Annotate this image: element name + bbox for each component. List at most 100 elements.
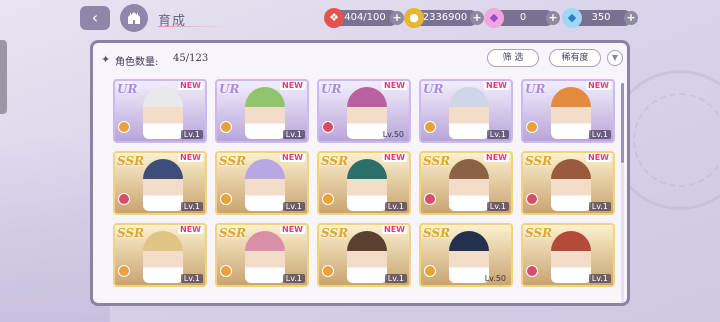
attribute-icon: [220, 121, 232, 133]
character-card[interactable]: SSR NEW Lv.1: [215, 223, 309, 287]
pink-gem-counter: ◆ 0 +: [484, 8, 560, 28]
new-badge: NEW: [178, 81, 203, 90]
new-badge: NEW: [178, 153, 203, 162]
character-card[interactable]: SSR NEW Lv.1: [113, 223, 207, 287]
blue-gem-counter: ◆ 350 +: [562, 8, 638, 28]
character-portrait: [143, 87, 183, 139]
filter-button[interactable]: 筛 选: [487, 49, 539, 67]
character-card[interactable]: SSR NEW Lv.1: [113, 151, 207, 215]
rarity-label: UR: [525, 82, 546, 96]
attribute-icon: [118, 265, 130, 277]
top-bar: ‹ 育成 ❖ 404/100 + ● 2336900 + ◆ 0 + ◆ 350…: [0, 0, 720, 36]
sort-order-button[interactable]: ▼: [607, 50, 623, 66]
attribute-icon: [322, 193, 334, 205]
character-portrait: [143, 231, 183, 283]
character-card[interactable]: UR NEW Lv.1: [521, 79, 615, 143]
attribute-icon: [424, 121, 436, 133]
character-card[interactable]: UR NEW Lv.1: [419, 79, 513, 143]
back-button[interactable]: ‹: [80, 6, 110, 30]
pink-gem-value: 0: [519, 12, 527, 23]
new-badge: NEW: [586, 153, 611, 162]
add-pink-gem-button[interactable]: +: [546, 11, 560, 25]
level-label: Lv.1: [282, 130, 305, 139]
rarity-label: SSR: [525, 154, 553, 168]
character-card[interactable]: SSR Lv.1: [521, 223, 615, 287]
new-badge: NEW: [280, 225, 305, 234]
character-portrait: [143, 159, 183, 211]
gold-value: 2336900: [422, 12, 468, 23]
sparkle-icon: ✦: [101, 53, 111, 66]
character-portrait: [551, 231, 591, 283]
rarity-label: SSR: [321, 226, 349, 240]
back-arrow-icon: ‹: [91, 8, 99, 27]
rarity-label: UR: [423, 82, 444, 96]
character-portrait: [347, 231, 387, 283]
add-gold-button[interactable]: +: [470, 11, 484, 25]
character-portrait: [245, 159, 285, 211]
coin-icon: ●: [404, 8, 424, 28]
rarity-label: SSR: [423, 154, 451, 168]
blue-gem-value: 350: [591, 12, 611, 23]
character-card[interactable]: SSR NEW Lv.1: [521, 151, 615, 215]
new-badge: NEW: [382, 153, 407, 162]
character-portrait: [245, 87, 285, 139]
character-card[interactable]: UR NEW Lv.1: [215, 79, 309, 143]
add-stamina-button[interactable]: +: [390, 11, 404, 25]
side-edge-handle[interactable]: [0, 40, 7, 114]
character-grid: UR NEW Lv.1 UR NEW Lv.1 UR NEW Lv.50 UR NEW Lv.1 UR N…: [113, 79, 615, 303]
level-label: Lv.50: [382, 130, 404, 139]
attribute-icon: [322, 121, 334, 133]
new-badge: NEW: [382, 225, 407, 234]
attribute-icon: [118, 193, 130, 205]
pink-diamond-icon: ◆: [484, 8, 504, 28]
character-card[interactable]: SSR NEW Lv.1: [317, 151, 411, 215]
level-label: Lv.1: [384, 274, 407, 283]
character-card[interactable]: SSR Lv.50: [419, 223, 513, 287]
add-blue-gem-button[interactable]: +: [624, 11, 638, 25]
level-label: Lv.1: [282, 202, 305, 211]
panel-header: ✦ 角色数量: 45/123 筛 选 稀有度 ▼: [93, 43, 627, 77]
new-badge: NEW: [484, 81, 509, 90]
character-portrait: [449, 87, 489, 139]
gold-counter: ● 2336900 +: [404, 8, 484, 28]
level-label: Lv.50: [484, 274, 506, 283]
rarity-label: SSR: [423, 226, 451, 240]
stamina-candy-icon: ❖: [324, 8, 344, 28]
character-card[interactable]: SSR NEW Lv.1: [419, 151, 513, 215]
level-label: Lv.1: [486, 202, 509, 211]
character-portrait: [449, 159, 489, 211]
rarity-label: SSR: [525, 226, 553, 240]
character-panel: ✦ 角色数量: 45/123 筛 选 稀有度 ▼ UR NEW Lv.1 UR NEW L…: [90, 40, 630, 306]
home-button[interactable]: [120, 4, 148, 32]
title-underline: [158, 26, 228, 27]
scrollbar-thumb[interactable]: [621, 83, 624, 163]
character-card[interactable]: UR NEW Lv.1: [113, 79, 207, 143]
rarity-label: SSR: [117, 154, 145, 168]
attribute-icon: [526, 265, 538, 277]
character-card[interactable]: SSR NEW Lv.1: [215, 151, 309, 215]
level-label: Lv.1: [588, 274, 611, 283]
stamina-value: 404/100: [344, 12, 386, 23]
attribute-icon: [220, 265, 232, 277]
character-portrait: [347, 159, 387, 211]
character-card[interactable]: UR NEW Lv.50: [317, 79, 411, 143]
chevron-down-icon: ▼: [611, 53, 619, 62]
rarity-label: SSR: [321, 154, 349, 168]
rarity-label: UR: [219, 82, 240, 96]
level-label: Lv.1: [180, 274, 203, 283]
blue-diamond-icon: ◆: [562, 8, 582, 28]
stamina-counter: ❖ 404/100 +: [324, 8, 404, 28]
attribute-icon: [322, 265, 334, 277]
new-badge: NEW: [178, 225, 203, 234]
level-label: Lv.1: [180, 202, 203, 211]
castle-home-icon: [128, 12, 140, 24]
attribute-icon: [424, 265, 436, 277]
level-label: Lv.1: [588, 130, 611, 139]
character-count-value: 45/123: [173, 53, 209, 64]
rarity-label: UR: [321, 82, 342, 96]
rarity-sort-button[interactable]: 稀有度: [549, 49, 601, 67]
attribute-icon: [220, 193, 232, 205]
attribute-icon: [526, 121, 538, 133]
character-card[interactable]: SSR NEW Lv.1: [317, 223, 411, 287]
character-count-label: 角色数量:: [115, 57, 159, 68]
